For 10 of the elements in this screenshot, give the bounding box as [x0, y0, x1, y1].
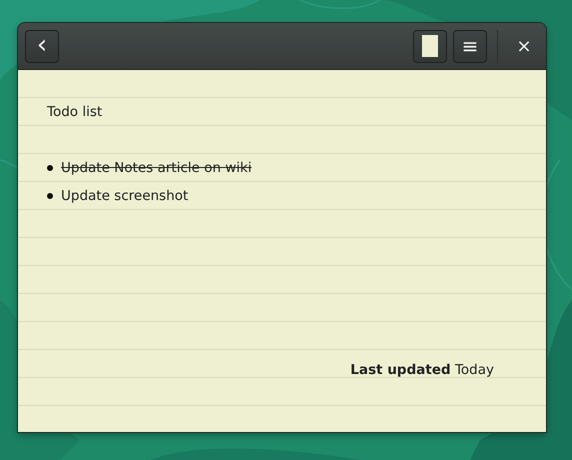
todo-item: Update screenshot — [61, 187, 188, 206]
bullet-icon — [47, 165, 53, 171]
note-color-button[interactable] — [413, 30, 447, 62]
last-updated-text: Last updated Today — [350, 361, 494, 380]
close-button[interactable]: × — [510, 30, 538, 62]
menu-button[interactable]: ≡ — [453, 30, 487, 62]
note-title: Todo list — [47, 103, 102, 122]
bullet-icon — [47, 193, 53, 199]
todo-item: Update Notes article on wiki — [61, 159, 252, 178]
back-button[interactable]: ‹ — [25, 30, 59, 62]
